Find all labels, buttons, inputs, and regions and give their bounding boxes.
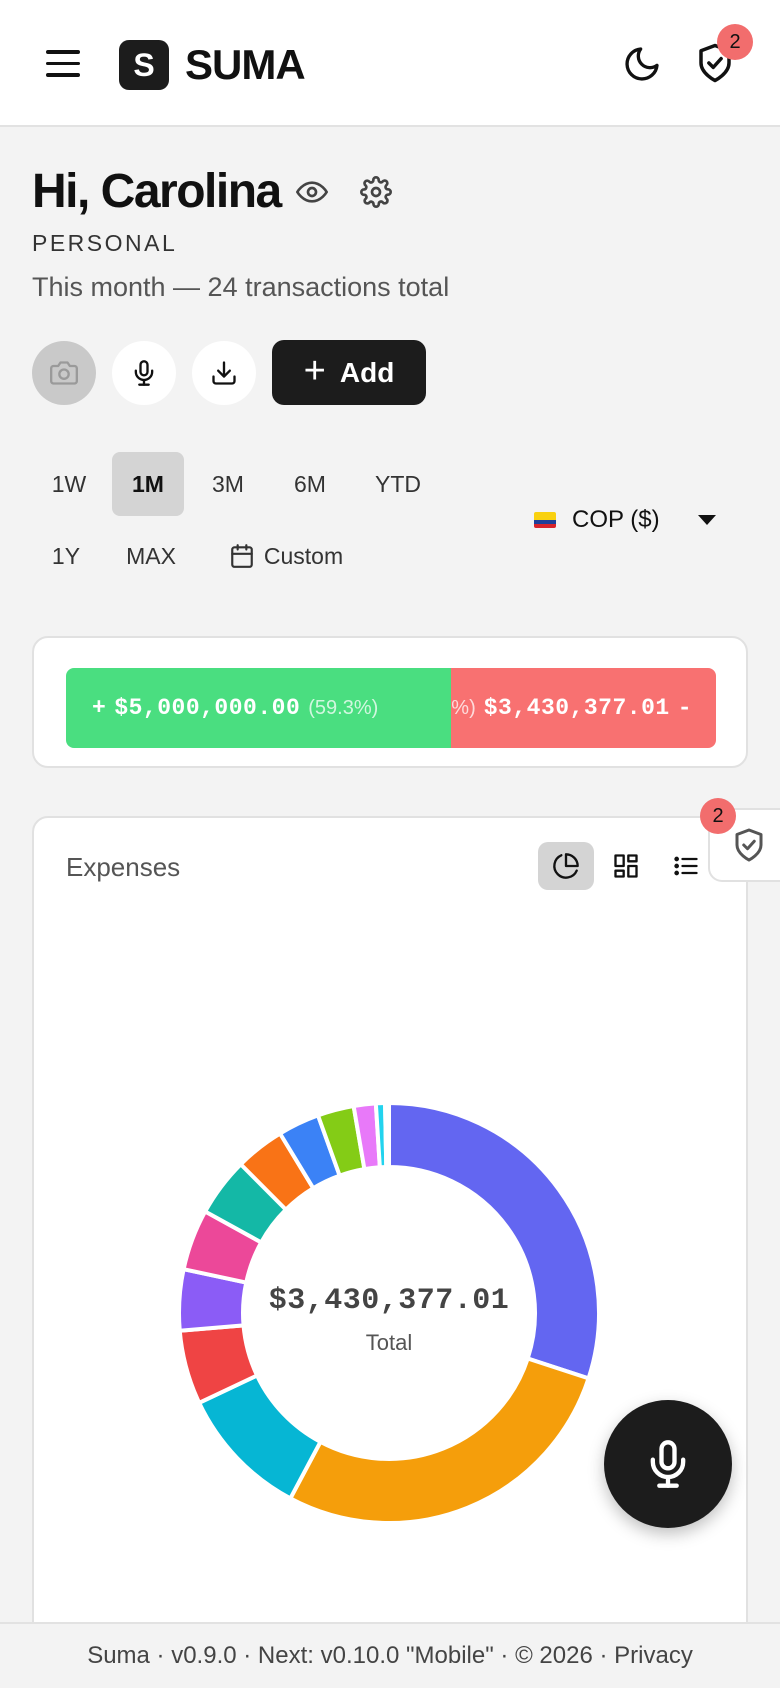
gear-icon[interactable] xyxy=(360,176,392,208)
download-button[interactable] xyxy=(192,341,256,405)
donut-total-amount: $3,430,377.01 xyxy=(268,1284,510,1318)
expense-percent: (40.7%) xyxy=(451,696,476,719)
download-icon xyxy=(212,361,236,385)
donut-total-label: Total xyxy=(365,1330,413,1355)
plus-icon: + xyxy=(303,349,326,392)
range-custom[interactable]: Custom xyxy=(222,524,350,588)
income-segment[interactable]: + $5,000,000.00 (59.3%) xyxy=(66,668,452,748)
range-max[interactable]: MAX xyxy=(118,524,184,588)
range-ytd[interactable]: YTD xyxy=(366,452,430,516)
moon-icon[interactable] xyxy=(622,44,662,84)
camera-icon xyxy=(50,361,78,385)
pie-view-button[interactable] xyxy=(538,842,594,890)
voice-fab-button[interactable] xyxy=(604,1400,732,1528)
expenses-title: Expenses xyxy=(66,852,181,882)
page-title: Hi, Carolina xyxy=(32,165,282,218)
currency-label: COP ($) xyxy=(572,506,660,533)
app-name: SUMA xyxy=(185,41,306,88)
expense-sign: - xyxy=(677,695,692,721)
expense-amount: $3,430,377.01 xyxy=(483,695,670,721)
microphone-icon xyxy=(650,1440,686,1488)
balance-card: + $5,000,000.00 (59.3%) (40.7%) $3,430,3… xyxy=(32,636,748,768)
range-1w[interactable]: 1W xyxy=(44,452,94,516)
shield-check-icon xyxy=(735,828,763,862)
range-3m[interactable]: 3M xyxy=(202,452,254,516)
logo-mark: S xyxy=(119,40,169,90)
currency-select[interactable]: COP ($) xyxy=(534,500,716,540)
range-1y[interactable]: 1Y xyxy=(44,524,88,588)
eye-icon[interactable] xyxy=(296,176,328,208)
expense-segment[interactable]: (40.7%) $3,430,377.01 - xyxy=(451,668,716,748)
list-view-button[interactable] xyxy=(658,842,714,890)
donut-slice-2[interactable] xyxy=(288,1356,591,1525)
add-transaction-button[interactable]: + Add xyxy=(272,340,426,405)
microphone-icon xyxy=(134,360,154,386)
calendar-icon xyxy=(231,544,253,568)
add-button-label: Add xyxy=(339,356,395,388)
account-label: PERSONAL xyxy=(32,230,178,256)
colombia-flag-icon xyxy=(534,512,556,528)
pie-chart-icon xyxy=(553,853,579,879)
caret-down-icon xyxy=(697,515,716,525)
camera-button[interactable] xyxy=(32,341,96,405)
expenses-donut-chart: $3,430,377.01 Total xyxy=(174,1098,604,1528)
income-sign: + xyxy=(92,695,107,721)
income-amount: $5,000,000.00 xyxy=(114,695,301,721)
income-percent: (59.3%) xyxy=(308,696,379,719)
donut-slice-13[interactable] xyxy=(383,1101,391,1170)
range-6m[interactable]: 6M xyxy=(282,452,338,516)
app-header: S SUMA 2 xyxy=(0,0,780,127)
grid-icon xyxy=(614,854,638,878)
security-badge: 2 xyxy=(717,24,753,60)
voice-button[interactable] xyxy=(112,341,176,405)
footer: Suma · v0.9.0 · Next: v0.10.0 "Mobile" ·… xyxy=(0,1622,780,1688)
hamburger-icon[interactable] xyxy=(46,50,80,78)
range-1m[interactable]: 1M xyxy=(112,452,184,516)
balance-bar: + $5,000,000.00 (59.3%) (40.7%) $3,430,3… xyxy=(66,668,716,748)
range-custom-label: Custom xyxy=(263,542,344,569)
period-summary: This month — 24 transactions total xyxy=(32,272,450,302)
grid-view-button[interactable] xyxy=(598,842,654,890)
list-icon xyxy=(674,856,698,876)
side-tab-badge: 2 xyxy=(700,798,736,834)
